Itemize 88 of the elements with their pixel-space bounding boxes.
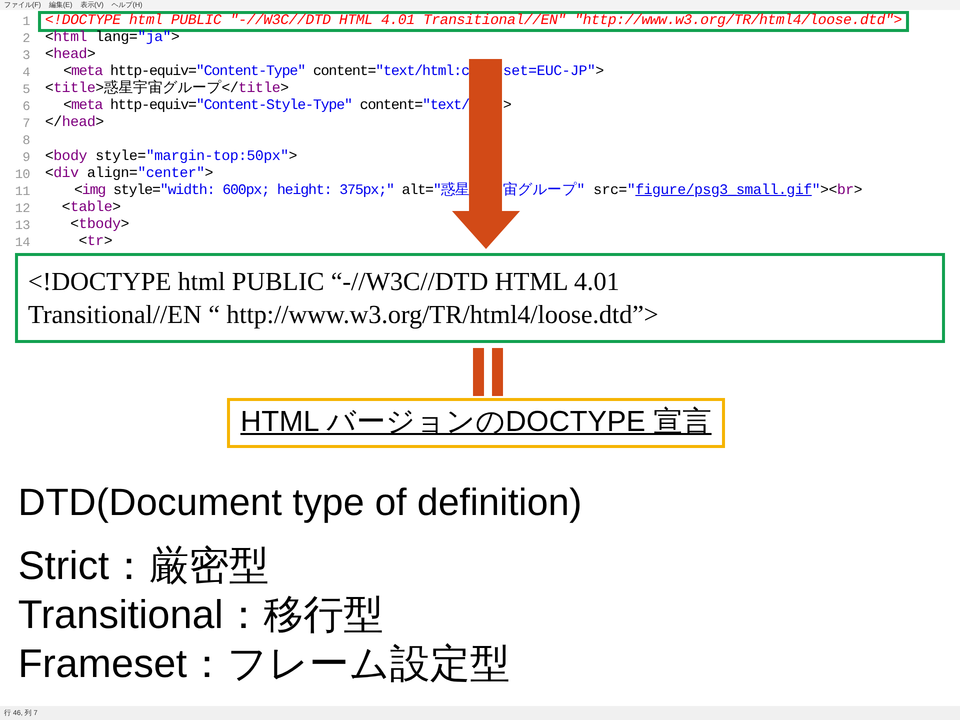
line-number: 10	[14, 166, 31, 184]
dtd-type: Frameset：フレーム設定型	[18, 641, 511, 688]
code-text: <	[45, 80, 54, 99]
code-text: </	[45, 114, 62, 133]
doctype-callout-text: <!DOCTYPE html PUBLIC “-//W3C//DTD HTML 4.01 Transitional//EN “ http://www.w3.org/TR/html4/loose.dtd”>	[28, 266, 658, 331]
code-text: >	[171, 28, 180, 48]
attribute-value: "	[812, 182, 820, 201]
code-text: >	[288, 148, 298, 167]
line-number: 8	[21, 132, 31, 150]
line-number: 13	[14, 216, 31, 235]
attribute-name: content=	[358, 96, 422, 116]
code-text: >	[95, 80, 104, 99]
tag-name: div	[53, 164, 79, 184]
attribute-value: 宙グループ"	[503, 180, 585, 201]
tag-name: table	[70, 198, 112, 218]
code-text: <	[78, 232, 88, 252]
line-number: 11	[14, 182, 31, 201]
line-number: 14	[14, 234, 31, 252]
doctype-declaration: <!DOCTYPE html PUBLIC "-//W3C//DTD HTML 4.01 Transitional//EN" "http://www.w3.org/TR/html4/loose.dtd">	[45, 12, 902, 30]
tag-name: meta	[71, 96, 102, 116]
attribute-value: "margin-top:50px"	[146, 148, 289, 166]
tag-name: tr	[87, 232, 104, 252]
attribute-value: "Content-Type"	[196, 62, 306, 80]
dtd-heading: DTD(Document type of definition)	[18, 481, 583, 526]
tag-name: img	[82, 182, 106, 200]
code-text: </	[221, 80, 238, 98]
attribute-name: alt=	[400, 182, 433, 201]
attribute-value: set=EUC-JP"	[503, 62, 596, 82]
attribute-value: "Content-Style-Type"	[196, 96, 352, 116]
code-text: ><	[820, 182, 837, 201]
code-text: <	[45, 148, 54, 167]
doctype-label: HTML バージョンのDOCTYPE 宣言	[240, 405, 712, 440]
code-text: >	[95, 114, 104, 133]
tag-name: html	[53, 28, 88, 48]
attribute-value: "ja"	[137, 28, 172, 48]
code-text: >	[503, 96, 512, 116]
line-number: 2	[21, 30, 31, 48]
tag-name: br	[836, 182, 854, 201]
code-text: >	[595, 62, 604, 82]
attribute-name: content=	[312, 62, 376, 82]
code-text: <	[63, 96, 72, 116]
tag-name: title	[53, 80, 96, 99]
code-text: <	[63, 62, 72, 82]
attribute-name: align=	[86, 164, 138, 184]
code-text: >	[854, 182, 862, 201]
line-number: 1	[21, 12, 31, 31]
attribute-value: "text/html:c	[375, 62, 469, 82]
tag-name: body	[53, 148, 88, 166]
code-text: <	[45, 164, 54, 184]
attribute-name: http-equiv=	[109, 62, 196, 80]
tag-name: meta	[71, 62, 102, 82]
code-text: <	[60, 198, 70, 218]
line-number: 9	[21, 148, 31, 167]
line-number: 5	[21, 80, 31, 99]
equals-sign-icon	[473, 348, 503, 396]
code-text: >	[120, 216, 130, 235]
line-number: 7	[21, 114, 31, 133]
code-link[interactable]: figure/psg3_small.gif	[635, 180, 812, 202]
code-text: <	[45, 46, 54, 65]
tag-name: head	[53, 46, 88, 65]
code-text: <	[45, 28, 54, 48]
code-text: >	[104, 232, 112, 252]
dtd-type: Strict：厳密型	[18, 543, 270, 590]
code-text: >	[112, 198, 121, 218]
code-text: >	[280, 80, 289, 98]
attribute-value: "width: 600px; height: 375px;"	[160, 182, 394, 201]
attribute-name: src=	[592, 182, 627, 201]
dtd-type: Transitional：移行型	[18, 592, 384, 639]
tag-name: title	[238, 80, 280, 98]
line-number: 3	[21, 46, 31, 65]
attribute-value: "center"	[137, 164, 205, 184]
attribute-value: "惑星	[432, 181, 469, 201]
tag-name: tbody	[78, 216, 121, 235]
attribute-value: "	[626, 182, 636, 201]
attribute-name: lang=	[94, 28, 138, 48]
code-text: <	[73, 182, 82, 200]
attribute-name: http-equiv=	[109, 96, 196, 116]
attribute-name: style=	[94, 148, 146, 166]
code-text: >	[204, 164, 214, 184]
line-number: 6	[21, 98, 31, 116]
code-text: 惑星宇宙グループ	[104, 78, 222, 98]
line-number: 12	[14, 200, 31, 218]
code-text: >	[87, 46, 96, 65]
attribute-name: style=	[112, 182, 160, 201]
code-text: <	[69, 216, 79, 235]
tag-name: head	[62, 114, 96, 133]
attribute-value: "text/	[422, 96, 469, 116]
line-number: 4	[21, 64, 31, 82]
